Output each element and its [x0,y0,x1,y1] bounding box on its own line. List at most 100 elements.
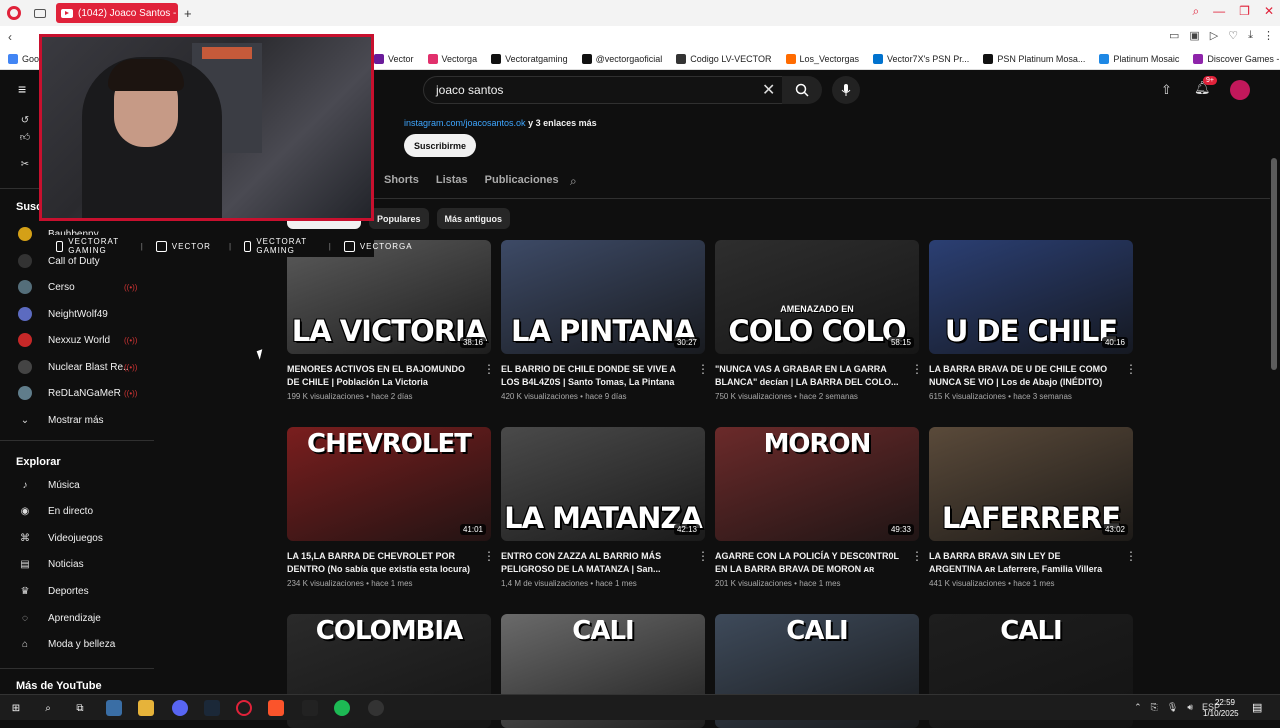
volume-icon[interactable]: 🔊︎ [1187,702,1193,713]
tab-listas[interactable]: Listas [436,174,468,186]
bookmark-item[interactable]: Los_Vectorgas [785,53,859,64]
browser-tab-youtube[interactable]: (1042) Joaco Santos - Yo [56,3,178,23]
video-card[interactable]: LA MATANZA 42:13 ENTRO CON ZAZZA AL BARRIO… [501,427,709,588]
obs-icon[interactable] [368,700,384,716]
play-icon[interactable]: ▷ [1210,29,1218,42]
subscription-item[interactable]: Nuclear Blast Re... ((•)) [0,357,154,377]
page-scrollbar[interactable] [1271,158,1277,370]
more-links[interactable]: y 3 enlaces más [528,118,597,128]
video-thumbnail[interactable]: AMENAZADO EN COLO COLO 58:15 [715,240,919,354]
voice-search-button[interactable] [832,76,860,104]
opera-logo-icon[interactable] [7,6,21,20]
video-card[interactable]: LAFERRERE 43:02 LA BARRA BRAVA SIN LEY DE … [929,427,1137,588]
video-menu-icon[interactable]: ⋮ [1125,362,1137,376]
menu-dots-icon[interactable]: ⋮ [1263,29,1274,42]
video-title[interactable]: MENORES ACTIVOS EN EL BAJOMUNDO DE CHILE… [287,363,473,389]
bookmark-item[interactable]: PSN Platinum Mosa... [983,53,1085,64]
bookmark-item[interactable]: Codigo LV-VECTOR [676,53,772,64]
workspaces-icon[interactable] [34,8,46,18]
new-tab-button[interactable]: + [184,6,192,21]
video-thumbnail[interactable]: LA MATANZA 42:13 [501,427,705,541]
video-title[interactable]: EL BARRIO DE CHILE DONDE SE VIVE A LOS B… [501,363,687,389]
subscription-item[interactable]: Cerso ((•)) [0,277,154,297]
explore-item[interactable]: ▤ Noticias [0,555,154,575]
video-title[interactable]: ENTRO CON ZAZZA AL BARRIO MÁS PELIGROSO … [501,550,687,576]
tab-publicaciones[interactable]: Publicaciones [485,174,559,186]
task-view-icon[interactable]: ⧉ [72,700,88,716]
video-menu-icon[interactable]: ⋮ [697,549,709,563]
account-avatar[interactable] [1230,80,1250,100]
video-menu-icon[interactable]: ⋮ [697,362,709,376]
opera-icon[interactable] [236,700,252,716]
bookmark-item[interactable]: Vector7X's PSN Pr... [873,53,969,64]
explore-item[interactable]: ♪ Música [0,475,154,495]
video-title[interactable]: AGARRE CON LA POLICÍA Y DESC0NTR0L EN LA… [715,550,901,576]
video-thumbnail[interactable]: LA PINTANA 30:27 [501,240,705,354]
video-thumbnail[interactable]: LA VICTORIA 38:16 [287,240,491,354]
discord-icon[interactable] [172,700,188,716]
subscribe-button[interactable]: Suscribirme [404,134,476,157]
video-title[interactable]: "NUNCA VAS A GRABAR EN LA GARRA BLANCA" … [715,363,901,389]
bookmark-item[interactable]: Vectoratgaming [491,53,568,64]
heart-icon[interactable]: ♡ [1228,29,1238,42]
video-thumbnail[interactable]: LAFERRERE 43:02 [929,427,1133,541]
video-card[interactable]: U DE CHILE 40:16 LA BARRA BRAVA DE U DE CH… [929,240,1137,401]
explore-item[interactable]: ◌ Aprendizaje [0,608,154,628]
search-button[interactable] [782,76,822,104]
video-card[interactable]: AMENAZADO EN COLO COLO 58:15 "NUNCA VAS A G… [715,240,923,401]
subscription-item[interactable]: ReDLaNGaMeR ((•)) [0,383,154,403]
mic-icon[interactable]: 🎙︎ [1167,702,1178,713]
video-title[interactable]: LA BARRA BRAVA DE U DE CHILE COMO NUNCA … [929,363,1115,389]
bookmark-item[interactable]: Vectorga [427,53,477,64]
explore-item[interactable]: ⌘ Videojuegos [0,528,154,548]
bookmark-item[interactable]: Discover Games -... [1193,53,1280,64]
windows-start-icon[interactable]: ⊞ [8,700,24,716]
spotify-icon[interactable] [334,700,350,716]
search-tabs-icon[interactable]: ⌕ [1192,4,1199,19]
bookmark-item[interactable]: @vectorgaoficial [581,53,662,64]
maximize-button[interactable]: ❐ [1239,4,1250,19]
video-menu-icon[interactable]: ⋮ [483,362,495,376]
back-arrow-icon[interactable]: ‹ [8,30,12,44]
app-icon[interactable] [106,700,122,716]
chip-populares[interactable]: Populares [369,208,429,229]
bookmark-icon[interactable]: ▭ [1169,29,1179,42]
channel-links[interactable]: instagram.com/joacosantos.ok y 3 enlaces… [404,118,597,128]
search-input[interactable]: joaco santos [423,76,788,104]
video-card[interactable]: LA VICTORIA 38:16 MENORES ACTIVOS EN EL BA… [287,240,495,401]
brave-icon[interactable] [268,700,284,716]
bookmark-item[interactable]: Vector [374,53,414,64]
chip-mas-antiguos[interactable]: Más antiguos [436,208,511,229]
network-icon[interactable]: ⎘ [1151,702,1158,713]
close-window-button[interactable]: ✕ [1264,4,1274,19]
subscription-item[interactable]: Nexxuz World ((•)) [0,330,154,350]
video-card[interactable]: CHEVROLET 41:01 LA 15,LA BARRA DE CHEVROLE… [287,427,495,588]
hamburger-menu-icon[interactable]: ≡ [18,82,32,96]
subscription-item[interactable]: NeightWolf49 [0,304,154,324]
video-card[interactable]: LA PINTANA 30:27 EL BARRIO DE CHILE DONDE … [501,240,709,401]
epic-icon[interactable] [302,700,318,716]
explore-item[interactable]: ⌂ Moda y belleza [0,635,154,655]
instagram-link[interactable]: instagram.com/joacosantos.ok [404,118,526,128]
video-menu-icon[interactable]: ⋮ [911,549,923,563]
minimize-button[interactable]: — [1213,4,1225,19]
chevron-up-icon[interactable]: ⌃ [1134,702,1142,713]
file-explorer-icon[interactable] [138,700,154,716]
clear-search-icon[interactable]: ✕ [762,80,775,100]
extensions-icon[interactable]: ▣ [1189,29,1199,42]
notifications-button[interactable]: 🔔︎ 9+ [1194,76,1217,96]
download-icon[interactable]: ⤓ [1248,29,1253,42]
video-menu-icon[interactable]: ⋮ [911,362,923,376]
search-icon[interactable]: ⌕ [40,700,56,716]
video-thumbnail[interactable]: CHEVROLET 41:01 [287,427,491,541]
steam-icon[interactable] [204,700,220,716]
channel-search-icon[interactable]: ⌕ [570,174,577,189]
taskbar-clock[interactable]: 22:59 1/10/2025 [1203,697,1239,719]
video-title[interactable]: LA 15,LA BARRA DE CHEVROLET POR DENTRO (… [287,550,473,576]
upload-icon[interactable]: ⇧ [1161,82,1172,98]
notification-center-icon[interactable]: ▤ [1252,701,1262,714]
video-title[interactable]: LA BARRA BRAVA SIN LEY DE ARGENTINA ᴀʀ L… [929,550,1115,576]
bookmark-item[interactable]: Platinum Mosaic [1099,53,1179,64]
video-menu-icon[interactable]: ⋮ [1125,549,1137,563]
video-thumbnail[interactable]: MORON 49:33 [715,427,919,541]
